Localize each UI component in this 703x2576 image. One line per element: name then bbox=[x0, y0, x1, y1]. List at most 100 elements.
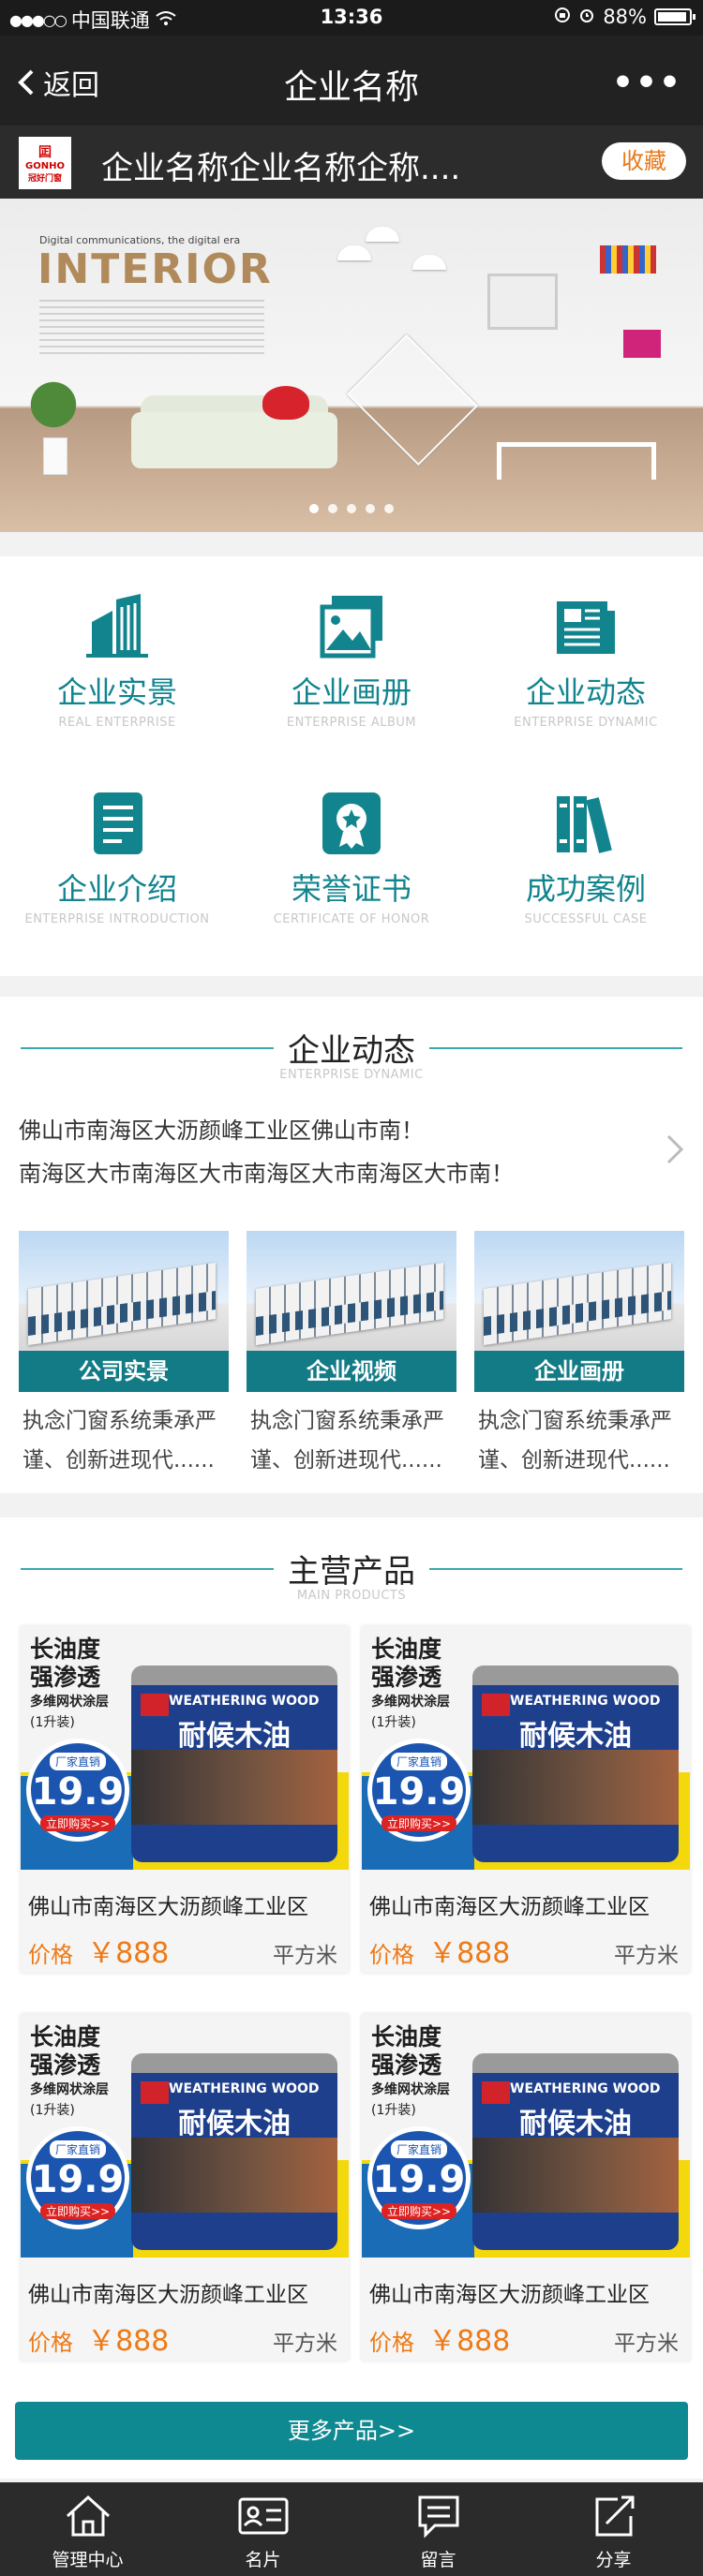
grid-item-certificate-of-honor[interactable]: 荣誉证书 CERTIFICATE OF HONOR bbox=[234, 753, 469, 950]
heart-pillow bbox=[262, 386, 309, 420]
info-card-enterprise-video[interactable]: 企业视频 执念门窗系统秉承严 谨、创新进现代...... bbox=[247, 1231, 456, 1480]
id-card-icon bbox=[238, 2497, 288, 2535]
product-image: WEATHERING WOOD 耐候木油 长油度 强渗透 多维网状涂层 (1升装… bbox=[21, 1626, 349, 1870]
info-card-enterprise-album[interactable]: 企业画册 执念门窗系统秉承严 谨、创新进现代...... bbox=[474, 1231, 684, 1480]
tab-business-card[interactable]: 名片 bbox=[175, 2482, 351, 2576]
product-image: WEATHERING WOOD 耐候木油 长油度 强渗透 多维网状涂层 (1升装… bbox=[362, 1626, 690, 1870]
tab-message[interactable]: 留言 bbox=[351, 2482, 526, 2576]
grid-item-enterprise-dynamic[interactable]: 企业动态 ENTERPRISE DYNAMIC bbox=[469, 556, 703, 753]
grid-item-enterprise-introduction[interactable]: 企业介绍 ENTERPRISE INTRODUCTION bbox=[0, 753, 234, 950]
product-card[interactable]: WEATHERING WOOD 耐候木油 长油度 强渗透 多维网状涂层 (1升装… bbox=[362, 2014, 690, 2361]
product-name: 佛山市南海区大沥颜峰工业区 bbox=[369, 1895, 650, 1919]
grid-item-title: 企业介绍 bbox=[56, 871, 177, 907]
product-card[interactable]: WEATHERING WOOD 耐候木油 长油度 强渗透 多维网状涂层 (1升装… bbox=[362, 1626, 690, 1973]
picture-frame bbox=[487, 274, 558, 330]
card-label: 公司实景 bbox=[19, 1351, 229, 1392]
product-headline: 长油度 强渗透 bbox=[371, 2023, 442, 2079]
product-feature: 多维网状涂层 bbox=[371, 1695, 450, 1710]
page-title: 企业名称 bbox=[283, 68, 419, 107]
lamp-icon bbox=[337, 245, 371, 260]
tab-management-center[interactable]: 管理中心 bbox=[0, 2482, 175, 2576]
favorite-button[interactable]: 收藏 bbox=[602, 142, 686, 180]
chevron-right-icon[interactable] bbox=[666, 1133, 684, 1174]
price-unit: 平方米 bbox=[614, 2332, 679, 2356]
carousel-dot[interactable] bbox=[384, 504, 394, 513]
section-heading: 主营产品 bbox=[288, 1553, 415, 1591]
tab-label: 分享 bbox=[595, 2550, 632, 2570]
news-item[interactable]: 佛山市南海区大沥颜峰工业区佛山市南！ 南海区大市南海区大市南海区大市南海区大市南… bbox=[19, 1109, 637, 1195]
can-name: 耐候木油 bbox=[519, 1720, 632, 1753]
price-label: 价格 bbox=[369, 2330, 414, 2356]
banner-headline: INTERIOR bbox=[37, 245, 273, 293]
product-image: WEATHERING WOOD 耐候木油 长油度 强渗透 多维网状涂层 (1升装… bbox=[362, 2014, 690, 2258]
side-table bbox=[497, 442, 656, 480]
news-line: 佛山市南海区大沥颜峰工业区佛山市南！ bbox=[19, 1118, 424, 1144]
company-name: 企业名称企业名称企称.... bbox=[101, 150, 461, 187]
price-label: 价格 bbox=[28, 2330, 73, 2356]
can-brand: WEATHERING WOOD bbox=[169, 1694, 320, 1709]
carousel-dot[interactable] bbox=[309, 504, 319, 513]
tab-share[interactable]: 分享 bbox=[526, 2482, 701, 2576]
can-name: 耐候木油 bbox=[519, 2108, 632, 2140]
grid-item-subtitle: ENTERPRISE DYNAMIC bbox=[514, 716, 658, 730]
can-brand: WEATHERING WOOD bbox=[169, 2081, 320, 2096]
info-card-company-reality[interactable]: 公司实景 执念门窗系统秉承严 谨、创新进现代...... bbox=[19, 1231, 229, 1480]
paint-can: WEATHERING WOOD 耐候木油 bbox=[472, 2053, 679, 2250]
banner-carousel[interactable]: Digital communications, the digital era … bbox=[0, 199, 703, 532]
grid-item-title: 企业画册 bbox=[291, 674, 411, 710]
books-icon bbox=[553, 791, 619, 856]
product-volume: (1升装) bbox=[371, 2103, 416, 2118]
price-value: ￥888 bbox=[87, 2325, 170, 2358]
price-value: ￥888 bbox=[428, 2325, 511, 2358]
grid-item-subtitle: REAL ENTERPRISE bbox=[58, 716, 176, 730]
can-name: 耐候木油 bbox=[178, 1720, 291, 1753]
more-products-button[interactable]: 更多产品>> bbox=[15, 2402, 688, 2460]
company-logo: 囸 GONHO 冠好门窗 bbox=[19, 137, 71, 189]
product-feature: 多维网状涂层 bbox=[371, 2082, 450, 2097]
sofa-image bbox=[131, 412, 337, 468]
nav-bar: 返回 企业名称 ••• bbox=[0, 36, 703, 126]
more-menu-button[interactable]: ••• bbox=[612, 64, 682, 102]
decor-box bbox=[623, 330, 661, 358]
alarm-icon bbox=[578, 6, 595, 28]
promo-price-badge: 厂家直销 19.9 立即购买>> bbox=[26, 1739, 129, 1842]
card-label: 企业画册 bbox=[474, 1351, 684, 1392]
news-icon bbox=[553, 594, 619, 659]
home-icon bbox=[66, 2495, 110, 2537]
carousel-dot[interactable] bbox=[366, 504, 375, 513]
document-icon bbox=[84, 791, 150, 856]
product-volume: (1升装) bbox=[30, 2103, 75, 2118]
section-subheading: MAIN PRODUCTS bbox=[296, 1589, 407, 1603]
price-row: 价格 ￥888 平方米 bbox=[362, 2308, 690, 2358]
carousel-dot[interactable] bbox=[347, 504, 356, 513]
card-label: 企业视频 bbox=[247, 1351, 456, 1392]
grid-item-successful-case[interactable]: 成功案例 SUCCESSFUL CASE bbox=[469, 753, 703, 950]
product-feature: 多维网状涂层 bbox=[30, 1695, 109, 1710]
award-icon bbox=[319, 791, 384, 856]
grid-item-title: 企业实景 bbox=[56, 674, 177, 710]
paint-can: WEATHERING WOOD 耐候木油 bbox=[472, 1666, 679, 1862]
grid-item-title: 成功案例 bbox=[525, 871, 646, 907]
carousel-dot[interactable] bbox=[328, 504, 337, 513]
album-icon bbox=[319, 594, 384, 659]
news-section: 企业动态 ENTERPRISE DYNAMIC 佛山市南海区大沥颜峰工业区佛山市… bbox=[0, 997, 703, 1493]
product-card[interactable]: WEATHERING WOOD 耐候木油 长油度 强渗透 多维网状涂层 (1升装… bbox=[21, 2014, 349, 2361]
paint-can: WEATHERING WOOD 耐候木油 bbox=[131, 2053, 337, 2250]
grid-item-subtitle: CERTIFICATE OF HONOR bbox=[273, 912, 430, 926]
grid-item-real-enterprise[interactable]: 企业实景 REAL ENTERPRISE bbox=[0, 556, 234, 753]
price-value: ￥888 bbox=[428, 1937, 511, 1970]
price-row: 价格 ￥888 平方米 bbox=[21, 1920, 349, 1970]
price-unit: 平方米 bbox=[614, 1944, 679, 1968]
can-brand: WEATHERING WOOD bbox=[510, 2081, 661, 2096]
news-section-title: 企业动态 ENTERPRISE DYNAMIC bbox=[0, 1025, 703, 1100]
grid-item-title: 企业动态 bbox=[525, 674, 646, 710]
product-name: 佛山市南海区大沥颜峰工业区 bbox=[28, 1895, 308, 1919]
price-value: ￥888 bbox=[87, 1937, 170, 1970]
grid-item-enterprise-album[interactable]: 企业画册 ENTERPRISE ALBUM bbox=[234, 556, 469, 753]
lamp-icon bbox=[366, 227, 399, 242]
carousel-indicator[interactable] bbox=[0, 504, 703, 513]
product-headline: 长油度 强渗透 bbox=[30, 2023, 101, 2079]
product-card[interactable]: WEATHERING WOOD 耐候木油 长油度 强渗透 多维网状涂层 (1升装… bbox=[21, 1626, 349, 1973]
card-description: 执念门窗系统秉承严 谨、创新进现代...... bbox=[478, 1409, 672, 1473]
company-header: 囸 GONHO 冠好门窗 企业名称企业名称企称.... 收藏 bbox=[0, 126, 703, 199]
